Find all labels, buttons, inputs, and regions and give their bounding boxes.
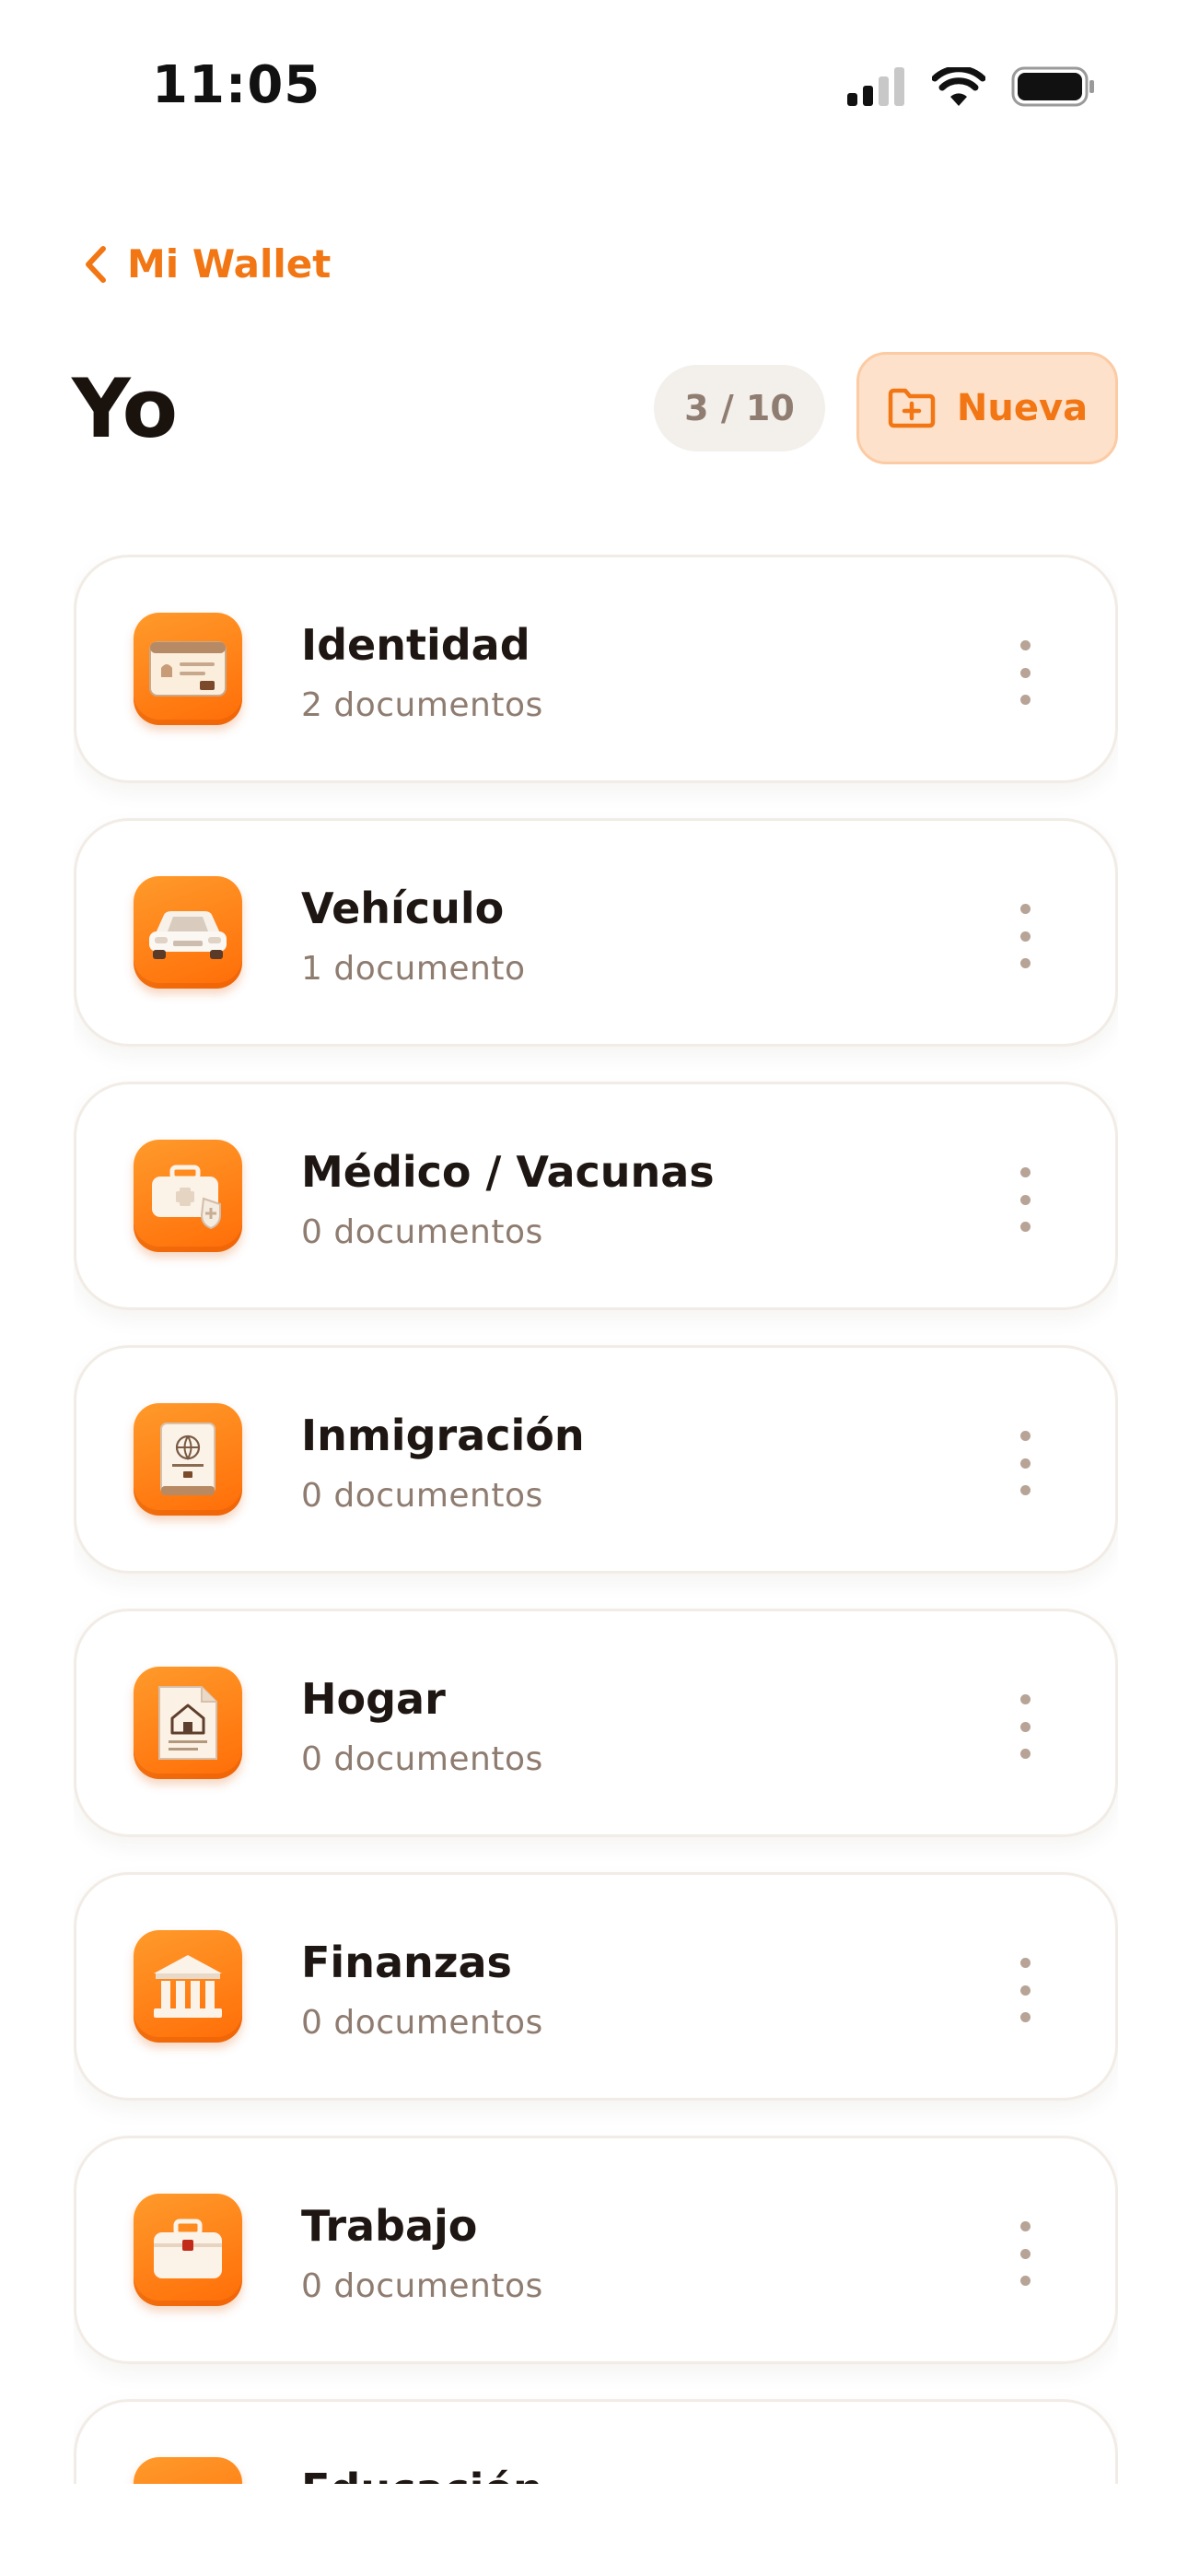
more-options-icon[interactable] [1007,1167,1043,1232]
category-card-finanzas[interactable]: Finanzas 0 documentos [74,1872,1118,2101]
cellular-signal-icon [847,67,904,106]
category-title: Médico / Vacunas [301,1147,715,1197]
category-title: Identidad [301,620,530,670]
chevron-left-icon [86,245,106,283]
more-options-icon[interactable] [1007,1431,1043,1495]
category-card-medico-vacunas[interactable]: Médico / Vacunas 0 documentos [74,1082,1118,1310]
category-card-inmigracion[interactable]: Inmigración 0 documentos [74,1345,1118,1574]
category-card-trabajo[interactable]: Trabajo 0 documentos [74,2136,1118,2364]
house-document-icon [134,1667,242,1779]
category-card-identidad[interactable]: Identidad 2 documentos [74,555,1118,783]
more-options-icon[interactable] [1007,640,1043,705]
more-options-icon[interactable] [1007,2221,1043,2286]
page-title: Yo [72,361,178,456]
category-card-hogar[interactable]: Hogar 0 documentos [74,1609,1118,1837]
wifi-icon [932,67,985,106]
category-title: Hogar [301,1674,446,1724]
status-bar: 11:05 [0,0,1188,175]
car-icon [134,876,242,989]
category-document-count: 0 documentos [301,2267,543,2305]
category-title: Educación [301,2465,543,2484]
category-list: Identidad 2 documentos Vehículo 1 docume… [74,555,1118,2484]
category-document-count: 0 documentos [301,1477,543,1515]
category-card-educacion[interactable]: Educación [74,2399,1118,2484]
briefcase-icon [134,2194,242,2306]
battery-icon [1011,66,1094,107]
id-card-icon [134,613,242,725]
category-title: Vehículo [301,884,505,933]
new-folder-label: Nueva [956,387,1089,429]
category-document-count: 2 documentos [301,686,543,724]
category-title: Inmigración [301,1411,585,1460]
category-title: Trabajo [301,2201,478,2251]
bank-icon [134,1930,242,2043]
back-button[interactable]: Mi Wallet [83,241,331,287]
category-document-count: 1 documento [301,950,526,988]
medical-kit-icon [134,1140,242,1252]
new-folder-button[interactable]: Nueva [856,352,1118,464]
folder-plus-icon [888,388,936,428]
category-card-vehiculo[interactable]: Vehículo 1 documento [74,818,1118,1047]
category-title: Finanzas [301,1938,512,1987]
more-options-icon[interactable] [1007,1958,1043,2022]
status-icons [847,66,1096,107]
status-time: 11:05 [152,55,321,115]
category-document-count: 0 documentos [301,2004,543,2042]
category-document-count: 0 documentos [301,1213,543,1251]
more-options-icon[interactable] [1007,904,1043,968]
education-icon [134,2457,242,2484]
passport-icon [134,1403,242,1516]
category-document-count: 0 documentos [301,1740,543,1778]
more-options-icon[interactable] [1007,1694,1043,1759]
folder-count-badge: 3 / 10 [654,365,825,451]
back-label: Mi Wallet [127,241,332,287]
